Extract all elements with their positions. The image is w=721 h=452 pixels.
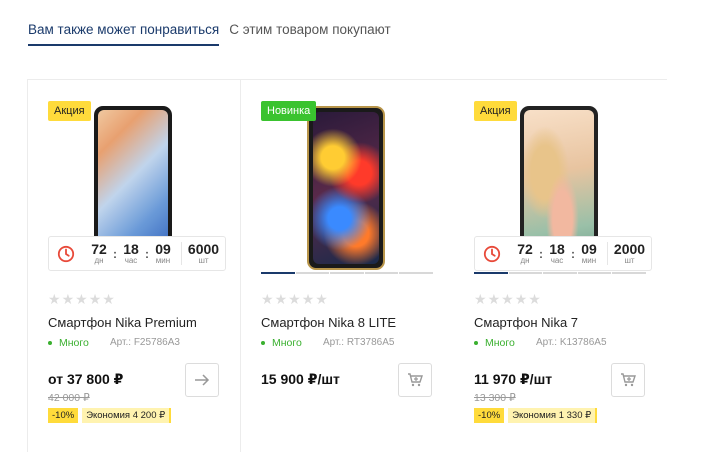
star-icon: ★ [528, 291, 541, 307]
rating-stars: ★ ★ ★ ★ ★ [474, 292, 541, 306]
clock-icon [483, 245, 501, 262]
add-to-cart-button[interactable] [611, 363, 645, 397]
tabs: Вам также может понравиться С этим товар… [28, 22, 391, 46]
stock-dot-icon [474, 341, 478, 345]
stock-dot-icon [48, 341, 52, 345]
arrow-right-icon [195, 374, 210, 386]
star-icon: ★ [315, 291, 328, 307]
discount-row: -10% Экономия 4 200 ₽ [48, 408, 172, 423]
stock-status: Много [261, 337, 302, 349]
product-image[interactable] [307, 106, 385, 270]
stock-dot-icon [261, 341, 265, 345]
star-icon: ★ [474, 291, 487, 307]
discount-row: -10% Экономия 1 330 ₽ [474, 408, 598, 423]
discount-percent: -10% [474, 408, 505, 423]
product-name[interactable]: Смартфон Nika Premium [48, 315, 197, 330]
promo-badge: Акция [474, 101, 517, 121]
product-price: 15 900 ₽/шт [261, 371, 340, 387]
timer-hours: 18 час [549, 241, 565, 265]
star-icon: ★ [487, 291, 501, 307]
star-icon: ★ [102, 291, 115, 307]
timer-hours: 18 час [123, 241, 139, 265]
cart-icon [621, 373, 636, 387]
timer-days: 72 дн [91, 241, 107, 265]
timer-minutes: 09 мин [581, 241, 597, 265]
star-icon: ★ [61, 291, 75, 307]
gallery-dot[interactable] [543, 272, 577, 274]
stock-status: Много [48, 337, 89, 349]
product-name[interactable]: Смартфон Nika 7 [474, 315, 578, 330]
gallery-dot[interactable] [508, 272, 543, 274]
product-card[interactable]: Акция 72 дн : 18 час : 09 мин 2000 шт ★ ★ ★ ★ ★ … [454, 80, 667, 452]
star-icon: ★ [501, 291, 514, 307]
rating-stars: ★ ★ ★ ★ ★ [48, 292, 115, 306]
cart-icon [408, 373, 423, 387]
product-sku: Арт.: F25786A3 [110, 337, 180, 348]
stock-status: Много [474, 337, 515, 349]
details-button[interactable] [185, 363, 219, 397]
old-price: 42 000 ₽ [48, 392, 90, 404]
old-price: 13 300 ₽ [474, 392, 516, 404]
timer-days: 72 дн [517, 241, 533, 265]
star-icon: ★ [88, 291, 102, 307]
discount-percent: -10% [48, 408, 79, 423]
gallery-dots [261, 272, 433, 274]
promo-badge: Акция [48, 101, 91, 121]
gallery-dot[interactable] [295, 272, 330, 274]
gallery-dots [474, 272, 646, 274]
clock-icon [57, 245, 75, 262]
tab-recommended[interactable]: Вам также может понравиться [28, 22, 220, 46]
product-card[interactable]: Акция 72 дн : 18 час : 09 мин 6000 шт ★ ★ ★ ★ ★ … [28, 80, 241, 452]
star-icon: ★ [514, 291, 528, 307]
gallery-dot[interactable] [577, 272, 612, 274]
new-badge: Новинка [261, 101, 317, 121]
star-icon: ★ [261, 291, 274, 307]
product-sku: Арт.: K13786A5 [536, 337, 607, 348]
add-to-cart-button[interactable] [398, 363, 432, 397]
tab-bought-together[interactable]: С этим товаром покупают [229, 22, 390, 46]
savings-label: Экономия 1 330 ₽ [508, 408, 598, 423]
countdown-timer: 72 дн : 18 час : 09 мин 6000 шт [48, 236, 226, 271]
product-sku: Арт.: RT3786A5 [323, 337, 395, 348]
gallery-dot[interactable] [330, 272, 364, 274]
star-icon: ★ [274, 291, 288, 307]
product-name[interactable]: Смартфон Nika 8 LITE [261, 315, 396, 330]
gallery-dot[interactable] [474, 272, 508, 274]
savings-label: Экономия 4 200 ₽ [82, 408, 172, 423]
timer-pieces: 6000 шт [181, 242, 221, 265]
gallery-dot[interactable] [364, 272, 399, 274]
product-price: от 37 800 ₽ [48, 371, 124, 387]
product-price: 11 970 ₽/шт [474, 371, 553, 387]
star-icon: ★ [48, 291, 61, 307]
timer-minutes: 09 мин [155, 241, 171, 265]
product-card[interactable]: Новинка ★ ★ ★ ★ ★ Смартфон Nika 8 LITE Много… [241, 80, 454, 452]
star-icon: ★ [75, 291, 88, 307]
rating-stars: ★ ★ ★ ★ ★ [261, 292, 328, 306]
star-icon: ★ [301, 291, 315, 307]
star-icon: ★ [288, 291, 301, 307]
product-carousel: Акция 72 дн : 18 час : 09 мин 6000 шт ★ ★ ★ ★ ★ … [27, 79, 667, 452]
countdown-timer: 72 дн : 18 час : 09 мин 2000 шт [474, 236, 652, 271]
gallery-dot[interactable] [612, 272, 646, 274]
timer-pieces: 2000 шт [607, 242, 647, 265]
gallery-dot[interactable] [399, 272, 433, 274]
gallery-dot[interactable] [261, 272, 295, 274]
